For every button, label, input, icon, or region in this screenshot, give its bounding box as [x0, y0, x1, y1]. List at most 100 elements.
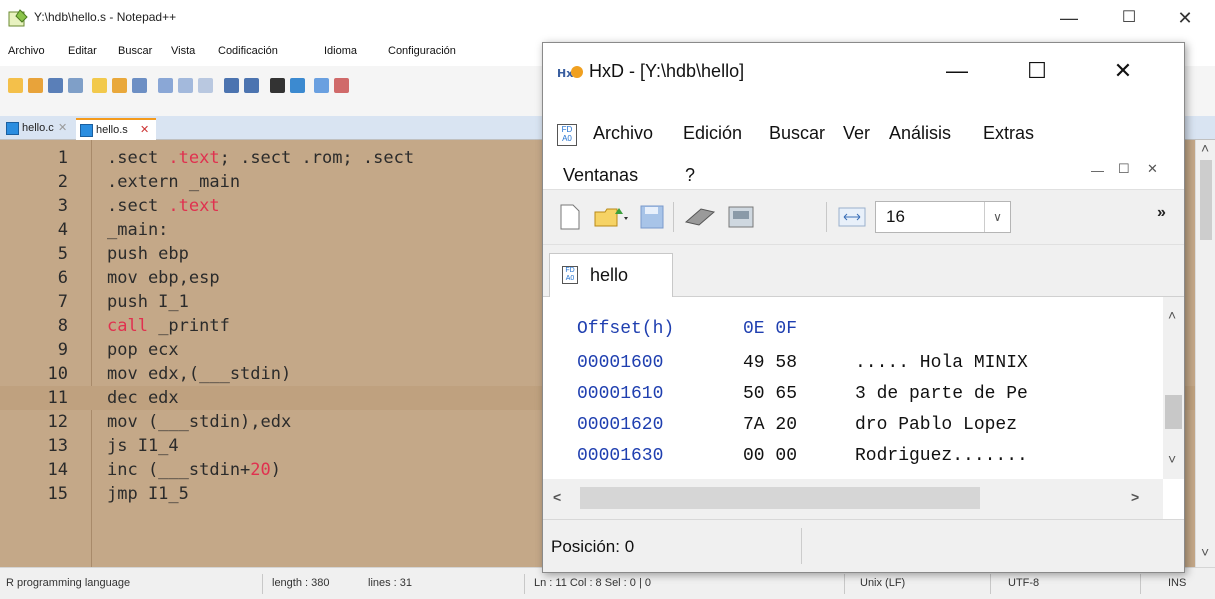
menu-archivo[interactable]: Archivo — [593, 123, 653, 144]
tab-hello[interactable]: FD A0 hello — [549, 253, 673, 298]
scrollbar-thumb[interactable] — [580, 487, 980, 509]
hex-text[interactable]: ..... Hola MINIX — [855, 353, 1028, 373]
status-divider — [524, 574, 525, 594]
hex-offset[interactable]: 00001630 — [577, 446, 663, 466]
undo-icon[interactable] — [224, 78, 239, 93]
menu-extras[interactable]: Extras — [983, 123, 1034, 144]
scrollbar-thumb[interactable] — [1200, 160, 1212, 240]
hex-bytes[interactable]: 7A 20 — [743, 415, 797, 435]
menu-buscar[interactable]: Buscar — [769, 123, 825, 144]
copy-icon[interactable] — [178, 78, 193, 93]
code-text: call _printf — [107, 314, 230, 338]
menu-codificacion[interactable]: Codificación — [218, 45, 278, 57]
find-icon[interactable] — [270, 78, 285, 93]
hex-offset[interactable]: 00001610 — [577, 384, 663, 404]
offset-header: Offset(h) — [577, 319, 675, 339]
menu-ventanas[interactable]: Ventanas — [563, 165, 638, 186]
menu-archivo[interactable]: Archivo — [8, 45, 45, 57]
paste-icon[interactable] — [198, 78, 213, 93]
ram-chip-icon[interactable] — [683, 204, 717, 230]
mdi-restore-icon[interactable]: ☐ — [1118, 161, 1130, 177]
status-eol: Unix (LF) — [860, 577, 906, 589]
disk-icon[interactable] — [725, 204, 757, 230]
tab-close-icon[interactable]: ✕ — [140, 120, 149, 140]
menu-buscar[interactable]: Buscar — [118, 45, 152, 57]
code-text: inc (___stdin+20) — [107, 458, 281, 482]
tab-hello-s[interactable]: hello.s ✕ — [76, 118, 156, 140]
open-file-icon[interactable] — [28, 78, 43, 93]
scroll-down-icon[interactable]: ˅ — [1201, 544, 1209, 560]
cut-icon[interactable] — [158, 78, 173, 93]
status-divider — [990, 574, 991, 594]
close-all-icon[interactable] — [112, 78, 127, 93]
menu-configuracion[interactable]: Configuración — [388, 45, 456, 57]
line-number: 15 — [47, 484, 68, 504]
zoom-out-icon[interactable] — [334, 78, 349, 93]
save-icon[interactable] — [639, 204, 665, 230]
mdi-close-icon[interactable]: ✕ — [1147, 161, 1158, 177]
line-number: 9 — [57, 340, 68, 360]
menu-vista[interactable]: Vista — [171, 45, 195, 57]
hex-view[interactable]: Offset(h) 0E 0F 00001600 49 58 ..... Hola … — [543, 297, 1184, 479]
code-token: js I1_4 — [107, 436, 179, 456]
scroll-up-icon[interactable]: ˄ — [1201, 140, 1209, 156]
save-all-icon[interactable] — [68, 78, 83, 93]
bytes-per-row-select[interactable]: 16 ∨ — [875, 201, 1011, 233]
hex-offset[interactable]: 00001600 — [577, 353, 663, 373]
hex-bytes[interactable]: 50 65 — [743, 384, 797, 404]
line-number: 8 — [57, 316, 68, 336]
tab-hello-c[interactable]: hello.c ✕ — [2, 118, 72, 140]
scroll-down-icon[interactable]: ˅ — [1168, 451, 1176, 467]
menu-help[interactable]: ? — [685, 165, 695, 186]
editor-vertical-scrollbar[interactable]: ˄ ˅ — [1195, 140, 1215, 567]
close-file-icon[interactable] — [92, 78, 107, 93]
scrollbar-thumb[interactable] — [1165, 395, 1182, 429]
hex-horizontal-scrollbar[interactable]: < > — [543, 479, 1163, 519]
hex-bytes[interactable]: 49 58 — [743, 353, 797, 373]
minimize-icon[interactable]: — — [1046, 4, 1092, 34]
chevron-down-icon[interactable]: ∨ — [984, 202, 1010, 232]
hex-offset[interactable]: 00001620 — [577, 415, 663, 435]
status-insert-mode: INS — [1168, 577, 1187, 589]
zoom-in-icon[interactable] — [314, 78, 329, 93]
tab-close-icon[interactable]: ✕ — [58, 118, 67, 138]
toolbar-overflow-icon[interactable]: » — [1157, 204, 1166, 222]
hxd-toolbar: 16 ∨ » — [543, 189, 1184, 245]
menu-idioma[interactable]: Idioma — [324, 45, 357, 57]
save-icon[interactable] — [48, 78, 63, 93]
hxd-title-bar[interactable]: Hx HxD - [Y:\hdb\hello] — ☐ ✕ — [543, 43, 1184, 101]
hex-text[interactable]: 3 de parte de Pe — [855, 384, 1028, 404]
new-file-icon[interactable] — [559, 204, 581, 230]
open-folder-icon[interactable] — [593, 204, 633, 230]
hex-text[interactable]: dro Pablo Lopez — [855, 415, 1028, 435]
replace-icon[interactable] — [290, 78, 305, 93]
print-icon[interactable] — [132, 78, 147, 93]
menu-analisis[interactable]: Análisis — [889, 123, 951, 144]
hex-vertical-scrollbar[interactable]: ˄ ˅ — [1163, 297, 1184, 479]
status-lines: lines : 31 — [368, 577, 413, 589]
menu-edicion[interactable]: Edición — [683, 123, 742, 144]
hex-text[interactable]: Rodriguez....... — [855, 446, 1028, 466]
close-icon[interactable]: ✕ — [1095, 53, 1151, 91]
code-text: .sect .text; .sect .rom; .sect — [107, 146, 414, 170]
scroll-up-icon[interactable]: ˄ — [1168, 307, 1176, 323]
code-token: dec edx — [107, 388, 179, 408]
scroll-left-icon[interactable]: < — [553, 489, 561, 505]
close-icon[interactable]: ✕ — [1162, 4, 1208, 34]
redo-icon[interactable] — [244, 78, 259, 93]
hex-bytes[interactable]: 00 00 — [743, 446, 797, 466]
menu-editar[interactable]: Editar — [68, 45, 97, 57]
line-number: 10 — [47, 364, 68, 384]
hxd-tabbar: FD A0 hello — [543, 245, 1184, 298]
mdi-minimize-icon[interactable]: — — [1091, 163, 1104, 178]
code-token: mov (___stdin),edx — [107, 412, 292, 432]
scroll-right-icon[interactable]: > — [1131, 489, 1139, 505]
line-number: 7 — [57, 292, 68, 312]
notepadpp-title-bar[interactable]: Y:\hdb\hello.s - Notepad++ — ☐ ✕ — [0, 0, 1215, 38]
minimize-icon[interactable]: — — [929, 53, 985, 91]
new-file-icon[interactable] — [8, 78, 23, 93]
mdi-document-icon: FD A0 — [557, 124, 577, 146]
maximize-icon[interactable]: ☐ — [1009, 53, 1065, 91]
menu-ver[interactable]: Ver — [843, 123, 870, 144]
maximize-icon[interactable]: ☐ — [1106, 4, 1152, 34]
